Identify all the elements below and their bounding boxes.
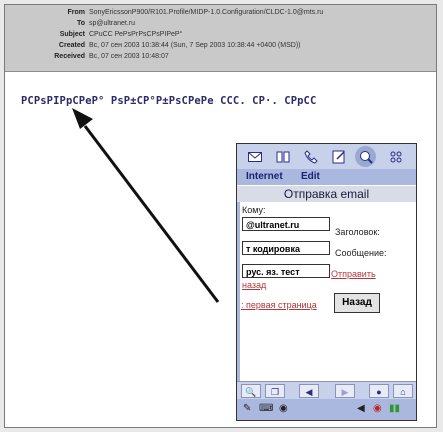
find-icon[interactable]: 🔍 <box>241 384 261 398</box>
menu-internet[interactable]: Internet <box>246 169 283 185</box>
left-edge-bar <box>237 202 240 382</box>
screen-title: Отправка email <box>237 186 416 202</box>
to-label: To <box>76 20 85 27</box>
header-row-from: From SonyEricssonP900/R101.Profile/MIDP-… <box>5 7 436 18</box>
subject-label: Subject <box>59 31 85 38</box>
from-label: From <box>67 9 86 16</box>
message-body: PCPsPIPpCPeP° PsP±CP°P±PsCPePe CCC. CP·.… <box>21 95 317 107</box>
book-icon[interactable] <box>272 146 293 167</box>
created-label: Created <box>58 42 85 49</box>
to-value: sp@ultranet.ru <box>89 20 136 27</box>
subject-value: СРuСС РеРsРгРsСPsPIPeP° <box>89 31 183 38</box>
back-arrow-icon[interactable]: ◀ <box>299 384 319 398</box>
grid-icon[interactable] <box>385 146 406 167</box>
back-button[interactable]: Назад <box>334 293 380 313</box>
pen-icon[interactable]: ✎ <box>243 403 251 414</box>
envelope-icon[interactable] <box>244 146 265 167</box>
notes-icon[interactable] <box>328 146 349 167</box>
menu-edit[interactable]: Edit <box>301 169 320 185</box>
first-page-link[interactable]: : первая страница <box>241 300 317 310</box>
status-bar: ✎ ⌨ ◉ ◀ ◉ ▮▮ <box>237 399 416 420</box>
header-row-subject: Subject СРuСС РеРsРгРsСPsPIPeP° <box>5 29 436 40</box>
subject-field[interactable]: т кодировка <box>242 241 330 255</box>
home-icon[interactable]: ⌂ <box>393 384 413 398</box>
phone-menu-bar: Internet Edit <box>237 169 416 185</box>
connection-icon[interactable]: ◉ <box>373 403 382 414</box>
from-value: SonyEricssonP900/R101.Profile/MIDP-1.0.C… <box>89 9 324 16</box>
stop-icon[interactable]: ● <box>369 384 389 398</box>
to-field-label: Кому: <box>242 205 266 215</box>
received-label: Received <box>54 53 85 60</box>
received-value: Вс, 07 сен 2003 10:48:07 <box>89 53 169 60</box>
back-link[interactable]: назад <box>242 280 266 290</box>
header-row-received: Received Вс, 07 сен 2003 10:48:07 <box>5 51 436 62</box>
email-header: From SonyEricssonP900/R101.Profile/MIDP-… <box>5 5 436 72</box>
email-window: From SonyEricssonP900/R101.Profile/MIDP-… <box>4 4 437 428</box>
created-value: Вс, 07 сен 2003 10:38:44 (Sun, 7 Sep 200… <box>89 42 301 49</box>
battery-icon: ▮▮ <box>389 403 401 414</box>
globe-icon[interactable]: ◉ <box>279 403 288 414</box>
keyboard-icon[interactable]: ⌨ <box>259 403 273 414</box>
phone-screen: Internet Edit Отправка email Кому: @ultr… <box>236 143 417 421</box>
browser-icon[interactable] <box>355 146 376 167</box>
header-row-created: Created Вс, 07 сен 2003 10:38:44 (Sun, 7… <box>5 40 436 51</box>
phone-icon[interactable] <box>300 146 321 167</box>
header-row-to: To sp@ultranet.ru <box>5 18 436 29</box>
message-field[interactable]: рус. яз. тест <box>242 264 330 278</box>
forward-arrow-icon[interactable]: ▶ <box>335 384 355 398</box>
to-field[interactable]: @ultranet.ru <box>242 217 330 231</box>
copy-icon[interactable]: ❐ <box>265 384 285 398</box>
browser-toolbar: 🔍 ❐ ◀ ▶ ● ⌂ <box>237 381 416 400</box>
phone-app-toolbar <box>237 144 416 169</box>
send-link[interactable]: Отправить <box>331 269 376 279</box>
message-field-label: Сообщение: <box>335 248 387 258</box>
subject-field-label: Заголовок: <box>335 227 380 237</box>
volume-icon[interactable]: ◀ <box>357 403 365 414</box>
